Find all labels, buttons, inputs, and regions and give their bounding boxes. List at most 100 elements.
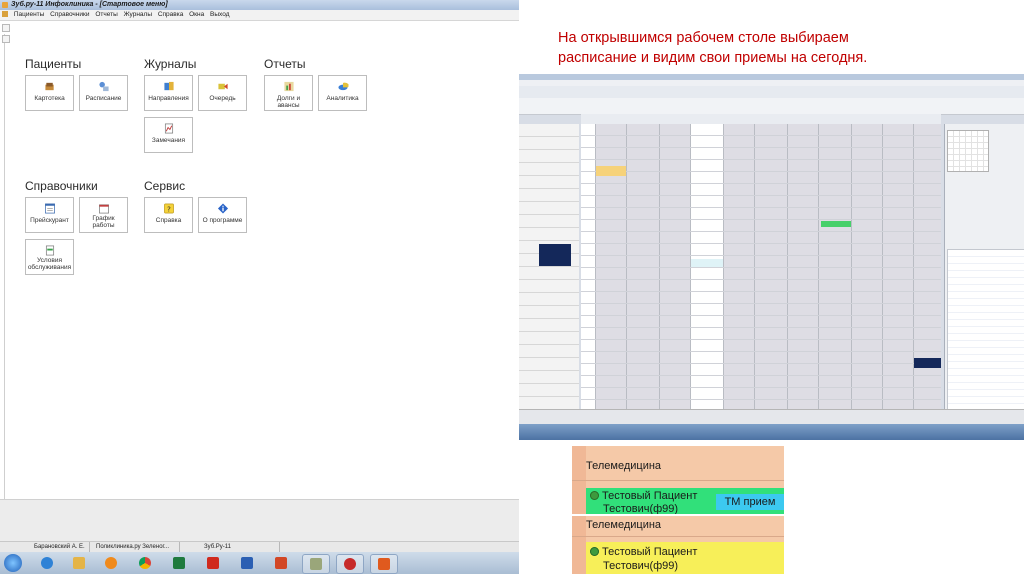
shot-appointment-block — [821, 221, 851, 227]
work-schedule-icon — [98, 204, 109, 214]
powerpoint-icon[interactable] — [268, 554, 294, 572]
tile-label: График работы — [92, 215, 115, 229]
flower-icon — [590, 547, 599, 556]
menu-app-icon — [2, 11, 8, 17]
caption-line-2: расписание и видим свои приемы на сегодн… — [558, 50, 868, 66]
menu-windows[interactable]: Окна — [187, 10, 206, 20]
menu-bar: Пациенты Справочники Отчеты Журналы Спра… — [0, 10, 519, 21]
tile-label: Замечания — [151, 137, 186, 144]
tile-queue[interactable]: Очередь — [198, 75, 247, 111]
caption-line-1: На открывшимся рабочем столе выбираем — [558, 30, 849, 46]
app-icon — [2, 2, 8, 8]
start-orb-icon[interactable] — [4, 554, 22, 572]
group-title-patients: Пациенты — [25, 57, 82, 71]
tile-schedule[interactable]: Расписание — [79, 75, 128, 111]
shot-tabs — [519, 86, 1024, 98]
shot-selected-slot — [539, 244, 571, 266]
shot-appointment-block — [914, 358, 941, 368]
service-terms-icon — [45, 245, 54, 256]
debts-icon — [283, 81, 294, 92]
shot-time-panel — [519, 124, 579, 409]
info-icon — [217, 203, 228, 214]
shot-taskbar — [519, 424, 1024, 440]
app-tool-icon[interactable] — [302, 554, 330, 574]
side-toggle-button[interactable] — [2, 24, 10, 32]
app-red-icon[interactable] — [336, 554, 364, 574]
tile-remarks[interactable]: Замечания — [144, 117, 193, 153]
explorer-icon[interactable] — [66, 554, 92, 572]
tile-kartoteka[interactable]: Картотека — [25, 75, 74, 111]
tile-help[interactable]: ? Справка — [144, 197, 193, 233]
menu-help[interactable]: Справка — [156, 10, 186, 20]
tile-label: Долги и авансы — [276, 95, 301, 109]
patient-name-line1: Тестовый Пациент — [602, 490, 698, 502]
appointment-green: Тестовый Пациент Тестович(ф99) ТМ прием — [586, 488, 784, 514]
group-title-reports: Отчеты — [264, 57, 306, 71]
schedule-screenshot — [519, 74, 1024, 440]
pricelist-icon — [44, 203, 55, 214]
acrobat-icon[interactable] — [200, 554, 226, 572]
tile-label: Аналитика — [326, 95, 359, 102]
card-index-icon — [44, 82, 54, 91]
tile-label: Прейскурант — [30, 217, 69, 224]
word-icon[interactable] — [234, 554, 260, 572]
menu-directories[interactable]: Справочники — [48, 10, 91, 20]
shot-row-lines — [581, 124, 941, 409]
tile-label: Направления — [148, 95, 189, 102]
tile-label: Справка — [155, 217, 182, 224]
tile-label: Картотека — [34, 95, 65, 102]
taskbar — [0, 552, 519, 574]
zoom-crop-2: Телемедицина Тестовый Пациент Тестович(ф… — [572, 516, 784, 574]
svg-text:?: ? — [167, 204, 171, 213]
tile-label: Расписание — [85, 95, 122, 102]
referrals-icon — [163, 81, 174, 91]
remarks-icon — [164, 123, 173, 134]
group-title-service: Сервис — [144, 179, 186, 193]
tile-analytics[interactable]: Аналитика — [318, 75, 367, 111]
appointment-patient: Тестовый Пациент — [590, 490, 697, 502]
shot-status-bar — [519, 409, 1024, 425]
crop-header: Телемедицина — [586, 519, 662, 531]
patient-name-line1: Тестовый Пациент — [602, 546, 698, 558]
chrome-icon[interactable] — [132, 554, 158, 572]
shot-calendar — [947, 130, 989, 172]
menu-patients[interactable]: Пациенты — [12, 10, 47, 20]
tile-work-schedule[interactable]: График работы — [79, 197, 128, 233]
menu-reports[interactable]: Отчеты — [93, 10, 119, 20]
queue-icon — [217, 83, 228, 90]
tile-debts[interactable]: Долги и авансы — [264, 75, 313, 111]
media-player-icon[interactable] — [98, 554, 124, 572]
workspace-bottom-area — [0, 499, 519, 542]
app-star-icon[interactable] — [370, 554, 398, 574]
shot-appointment-block — [691, 259, 723, 267]
patient-name-line2: Тестович(ф99) — [603, 503, 679, 514]
window-title: Зуб.ру-11 Инфоклиника - [Стартовое меню] — [11, 1, 168, 8]
schedule-icon — [98, 81, 109, 92]
patient-name-line2: Тестович(ф99) — [603, 560, 679, 572]
help-icon: ? — [163, 203, 174, 214]
tile-label: Очередь — [209, 95, 236, 102]
tile-label: Условия обслуживания — [27, 257, 72, 271]
tm-badge: ТМ прием — [716, 494, 784, 510]
shot-appointment-block — [596, 166, 626, 176]
slide-caption: На открывшимся рабочем столе выбираем ра… — [558, 28, 998, 68]
app-window: Зуб.ру-11 Инфоклиника - [Стартовое меню]… — [0, 0, 519, 574]
tile-label: О программе — [202, 217, 243, 224]
shot-schedule-grid — [581, 124, 941, 409]
tile-referrals[interactable]: Направления — [144, 75, 193, 111]
tile-pricelist[interactable]: Прейскурант — [25, 197, 74, 233]
tile-about[interactable]: О программе — [198, 197, 247, 233]
menu-exit[interactable]: Выход — [208, 10, 231, 20]
flower-icon — [590, 491, 599, 500]
ie-icon[interactable] — [34, 554, 60, 572]
zoom-crop-1: Телемедицина Тестовый Пациент Тестович(ф… — [572, 446, 784, 514]
appointment-patient: Тестовый Пациент — [590, 546, 697, 558]
menu-journals[interactable]: Журналы — [122, 10, 154, 20]
side-pin-button[interactable] — [2, 35, 10, 43]
analytics-icon — [337, 82, 348, 91]
tile-service-terms[interactable]: Условия обслуживания — [25, 239, 74, 275]
excel-icon[interactable] — [166, 554, 192, 572]
group-title-directories: Справочники — [25, 179, 98, 193]
group-title-journals: Журналы — [144, 57, 197, 71]
title-bar: Зуб.ру-11 Инфоклиника - [Стартовое меню] — [0, 0, 519, 10]
